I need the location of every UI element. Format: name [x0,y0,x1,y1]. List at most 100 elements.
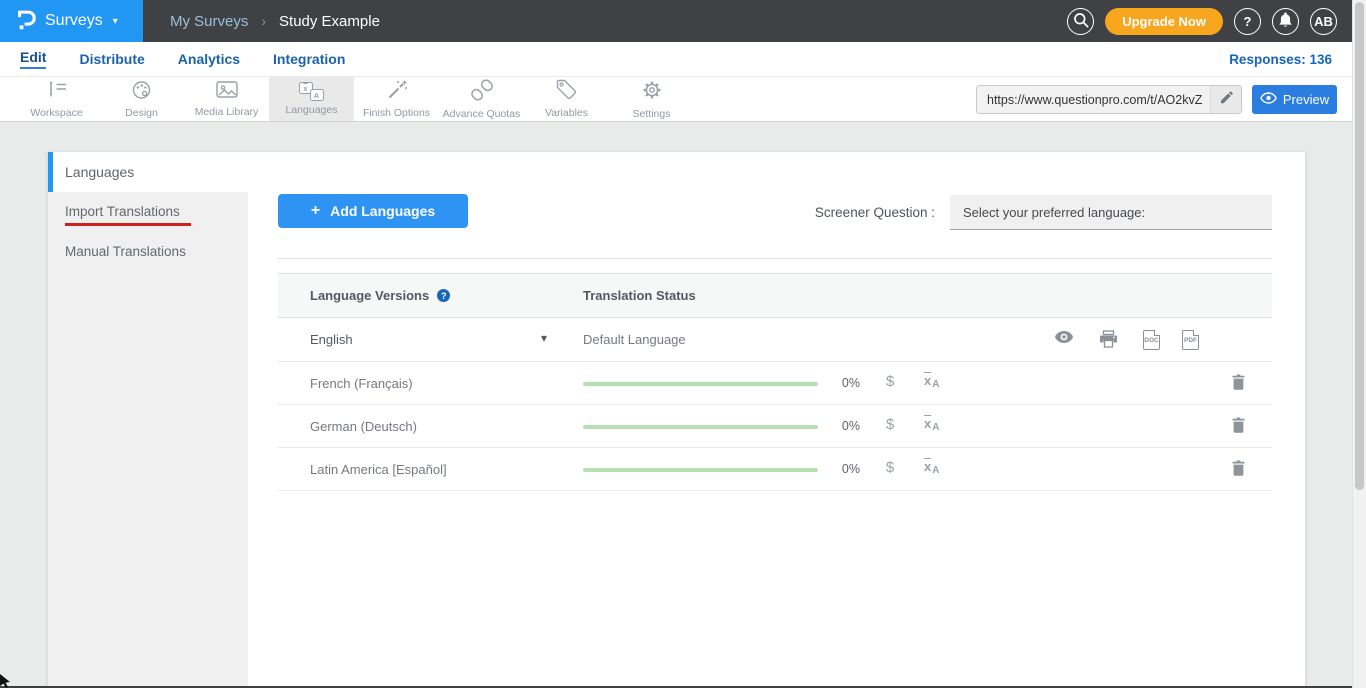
image-icon [216,81,238,104]
auto-translate-icon[interactable]: x A [924,417,948,433]
pencil-icon [1220,91,1233,109]
survey-url-input[interactable] [977,93,1210,107]
edit-toolbar: Workspace Design [0,77,1352,122]
translation-percent: 0% [828,462,860,476]
auto-translate-icon[interactable]: x A [924,374,948,390]
trash-icon [1232,417,1245,433]
column-header-translation-status: Translation Status [583,288,696,303]
delete-language-button[interactable] [1232,417,1245,438]
toolbar-item-media-library[interactable]: Media Library [184,77,269,121]
toolbar-item-variables[interactable]: Variables [524,77,609,121]
paid-translation-icon[interactable]: $ [879,459,901,476]
plus-icon: + [311,202,320,220]
view-survey-button[interactable] [1054,330,1074,349]
help-button[interactable]: ? [1234,8,1261,35]
table-header: Language Versions ? Translation Status [278,273,1272,318]
page-scrollbar[interactable] [1352,0,1366,688]
edit-url-button[interactable] [1210,86,1241,113]
preview-button[interactable]: Preview [1252,85,1337,114]
tab-edit[interactable]: Edit [20,49,46,69]
translation-progress-bar [583,425,818,429]
magic-wand-icon [386,79,408,105]
language-name: German (Deutsch) [310,419,417,434]
chevron-down-icon: ▾ [113,16,118,27]
export-doc-button[interactable]: DOC [1143,330,1160,350]
survey-url-box [976,85,1242,114]
add-languages-button[interactable]: + Add Languages [278,194,468,228]
tab-integration[interactable]: Integration [273,51,345,67]
translate-x-glyph: x [924,374,931,387]
toolbar-item-advance-quotas[interactable]: Advance Quotas [439,77,524,121]
responses-count[interactable]: Responses: 136 [1229,52,1332,67]
workspace-icon [46,80,68,105]
table-row-french: French (Français) 0% $ x A [278,362,1272,405]
questionpro-app: Surveys ▾ My Surveys › Study Example Upg… [0,0,1366,688]
translate-x-glyph: x [924,417,931,430]
toolbar-item-label: Variables [545,107,588,119]
questionpro-logo-icon [15,7,37,36]
default-language-name: English [310,332,353,347]
breadcrumb-my-surveys[interactable]: My Surveys [170,13,248,30]
pdf-label: PDF [1184,337,1197,344]
topbar-actions: Upgrade Now ? AB [1067,0,1337,42]
gear-icon [641,79,663,106]
languages-panel: Languages Import Translations Manual Tra… [48,152,1305,688]
sidebar-item-manual-translations[interactable]: Manual Translations [48,232,248,265]
translation-progress-bar [583,382,818,386]
tab-distribute[interactable]: Distribute [79,51,144,67]
toolbar-item-label: Advance Quotas [443,108,521,120]
product-name: Surveys [45,12,103,30]
file-fold [1154,330,1160,336]
search-button[interactable] [1067,8,1094,35]
palette-icon [131,80,153,105]
section-divider [278,258,1272,259]
paid-translation-icon[interactable]: $ [879,416,901,433]
translation-percent: 0% [828,376,860,390]
toolbar-item-settings[interactable]: Settings [609,77,694,121]
avatar[interactable]: AB [1310,8,1337,35]
chain-links-icon [471,79,493,106]
translate-a-glyph: A [932,423,939,433]
delete-language-button[interactable] [1232,374,1245,395]
paid-translation-icon[interactable]: $ [879,373,901,390]
language-name: Latin America [Español] [310,462,447,477]
scrollbar-thumb[interactable] [1355,2,1364,490]
eye-icon [1260,92,1277,107]
translate-icon: x A [299,82,325,102]
column-header-label: Language Versions [310,288,429,303]
toolbar-item-label: Settings [633,108,671,120]
printer-icon [1099,330,1118,348]
toolbar-item-label: Workspace [30,107,82,119]
trash-icon [1232,374,1245,390]
toolbar-item-workspace[interactable]: Workspace [14,77,99,121]
table-row-latin-america: Latin America [Español] 0% $ x A [278,448,1272,491]
print-button[interactable] [1099,330,1118,353]
delete-language-button[interactable] [1232,460,1245,481]
language-dropdown-caret-icon[interactable]: ▾ [541,331,547,345]
default-language-status: Default Language [583,332,686,347]
column-header-language-versions: Language Versions ? [310,288,450,303]
table-row-default-language: English ▾ Default Language [278,318,1272,362]
notifications-button[interactable] [1272,8,1299,35]
sidebar-item-import-translations[interactable]: Import Translations [48,192,248,232]
upgrade-now-button[interactable]: Upgrade Now [1105,8,1223,35]
language-versions-table: Language Versions ? Translation Status E… [278,273,1272,491]
mouse-cursor [0,674,11,688]
toolbar-item-languages[interactable]: x A Languages [269,77,354,121]
product-switcher[interactable]: Surveys ▾ [0,0,143,42]
toolbar-item-finish-options[interactable]: Finish Options [354,77,439,121]
language-name: French (Français) [310,376,413,391]
breadcrumb-current-survey: Study Example [279,13,380,30]
bell-icon [1278,12,1293,31]
doc-file-icon: DOC [1143,330,1160,350]
sidebar-title-languages[interactable]: Languages [48,152,248,192]
toolbar-item-design[interactable]: Design [99,77,184,121]
table-row-german: German (Deutsch) 0% $ x A [278,405,1272,448]
export-pdf-button[interactable]: PDF [1182,330,1199,350]
tab-analytics[interactable]: Analytics [178,51,240,67]
screener-question-select[interactable]: Select your preferred language: [950,195,1272,230]
auto-translate-icon[interactable]: x A [924,460,948,476]
breadcrumb-separator: › [261,13,266,29]
file-fold [1193,330,1199,336]
help-icon[interactable]: ? [437,289,450,302]
